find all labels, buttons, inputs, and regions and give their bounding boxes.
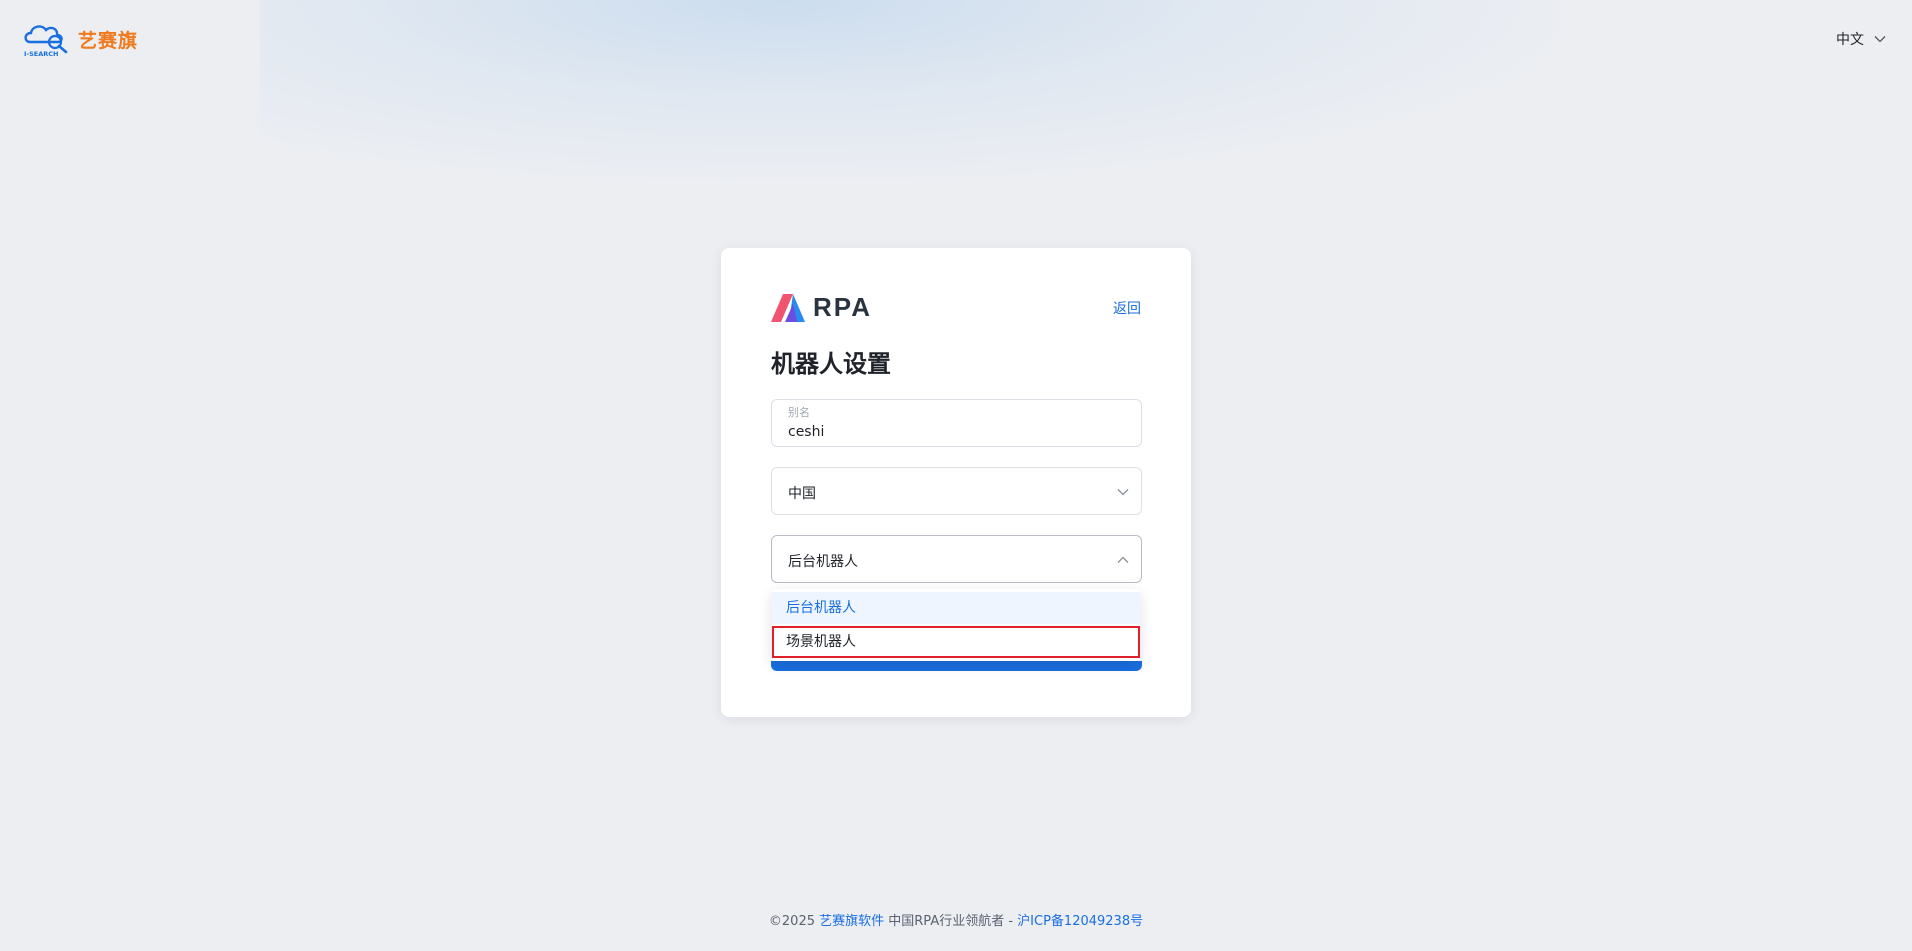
- chevron-down-icon: [1117, 489, 1129, 496]
- page-title: 机器人设置: [771, 350, 891, 378]
- language-label: 中文: [1836, 32, 1864, 48]
- rpa-logo-text: RPA: [813, 292, 872, 322]
- alias-label: 别名: [788, 406, 810, 419]
- chevron-down-icon: [1874, 36, 1886, 43]
- footer-icp-link[interactable]: 沪ICP备12049238号: [1017, 914, 1143, 929]
- footer-slogan: 中国RPA行业领航者 -: [884, 914, 1018, 929]
- top-bar: I-SEARCH 艺赛旗 中文: [0, 0, 1912, 80]
- language-switcher[interactable]: 中文: [1836, 29, 1886, 49]
- alias-field[interactable]: 别名 ceshi: [771, 399, 1142, 447]
- back-link[interactable]: 返回: [1113, 298, 1141, 318]
- footer: ©2025 艺赛旗软件 中国RPA行业领航者 - 沪ICP备12049238号: [0, 910, 1912, 929]
- dropdown-option-scene-robot[interactable]: 场景机器人: [772, 626, 1140, 658]
- robot-type-select[interactable]: 后台机器人: [771, 535, 1142, 583]
- brand-mark-text: I-SEARCH: [24, 50, 58, 58]
- rpa-logo: RPA: [771, 292, 872, 323]
- robot-type-value: 后台机器人: [788, 554, 858, 570]
- footer-company-link[interactable]: 艺赛旗软件: [819, 914, 884, 929]
- region-value: 中国: [788, 486, 816, 502]
- card-header: RPA 返回: [771, 292, 1141, 324]
- footer-copyright: ©2025: [768, 914, 820, 929]
- brand-logo[interactable]: I-SEARCH 艺赛旗: [22, 20, 138, 58]
- rpa-logo-icon: [771, 293, 805, 322]
- submit-button[interactable]: [771, 661, 1142, 671]
- brand-name: 艺赛旗: [78, 29, 139, 52]
- robot-type-dropdown: 后台机器人 场景机器人: [772, 589, 1140, 661]
- dropdown-option-background-robot[interactable]: 后台机器人: [772, 592, 1140, 624]
- cloud-search-icon: I-SEARCH: [24, 25, 68, 58]
- robot-settings-card: RPA 返回 机器人设置 别名 ceshi 中国 后台机器人 后台机器人 场景机…: [721, 248, 1191, 717]
- chevron-up-icon: [1117, 556, 1129, 563]
- region-select[interactable]: 中国: [771, 467, 1142, 515]
- alias-input[interactable]: ceshi: [788, 424, 824, 440]
